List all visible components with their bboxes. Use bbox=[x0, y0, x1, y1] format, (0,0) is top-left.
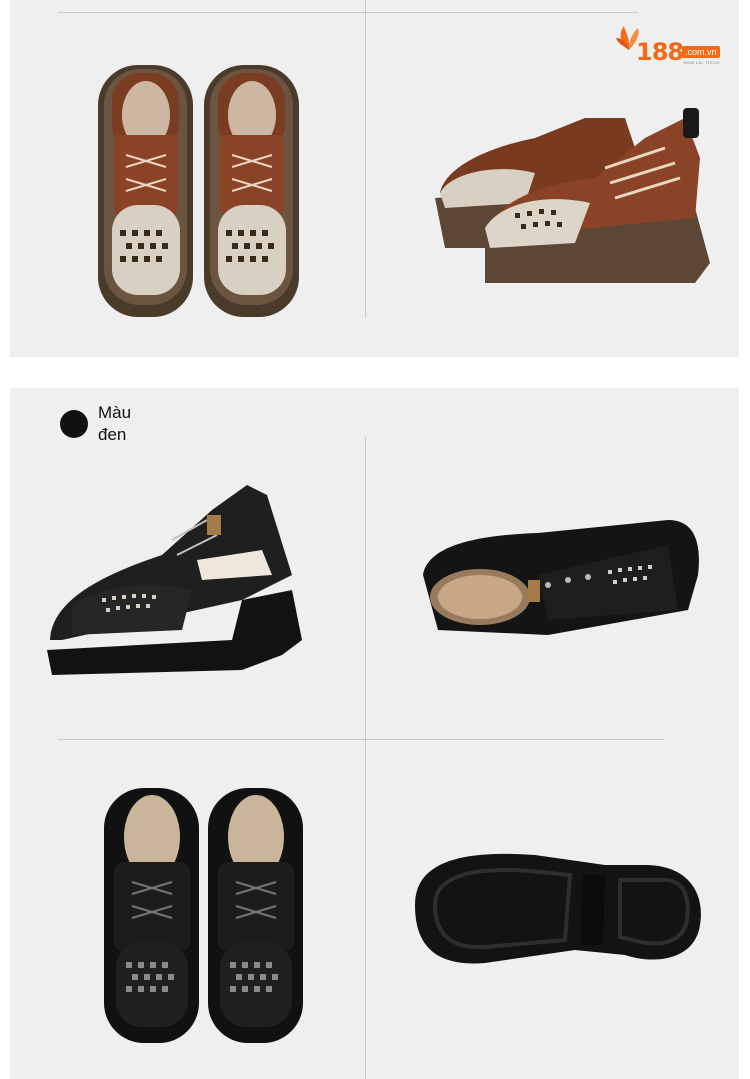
black-shoes-top-view bbox=[100, 782, 305, 1047]
color-label-line1: Màu bbox=[98, 403, 132, 422]
color-swatch-black[interactable] bbox=[60, 410, 88, 438]
brown-shoes-side-view bbox=[425, 78, 715, 288]
brown-shoes-top-view bbox=[90, 55, 305, 325]
grid-divider bbox=[365, 0, 366, 318]
color-label-line2: đen bbox=[98, 425, 127, 444]
grid-divider bbox=[58, 12, 638, 13]
brand-domain: .com.vn bbox=[682, 46, 720, 58]
black-shoe-sole-view bbox=[405, 845, 705, 970]
black-shoe-angled-view bbox=[418, 515, 702, 640]
brand-logo[interactable]: 188 .com.vn ĐEM LẠI THÍCH bbox=[616, 22, 734, 72]
color-option-label: Màu đen bbox=[98, 402, 148, 446]
brand-tagline: ĐEM LẠI THÍCH bbox=[684, 60, 720, 65]
grid-divider bbox=[365, 437, 366, 1079]
brand-number: 188 bbox=[636, 38, 684, 66]
black-shoe-side-view bbox=[42, 480, 307, 685]
grid-divider bbox=[58, 739, 664, 740]
